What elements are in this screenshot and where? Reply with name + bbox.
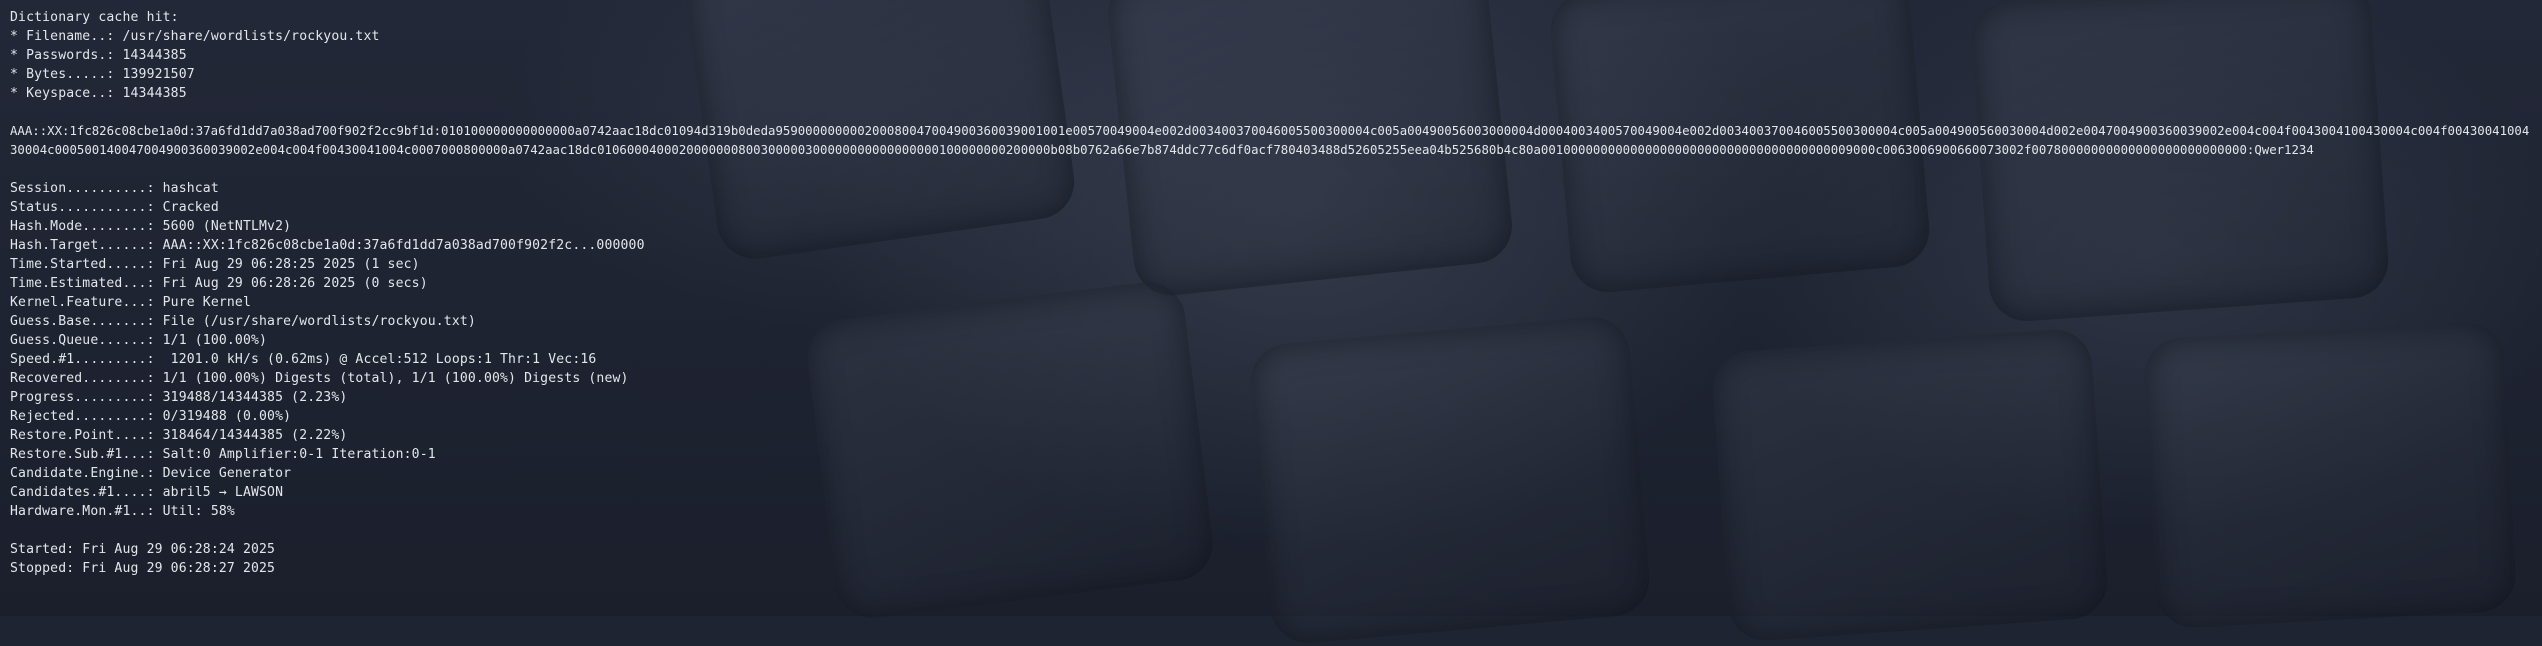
status-candidates: Candidates.#1....: abril5 → LAWSON bbox=[10, 485, 284, 500]
status-time-estimated: Time.Estimated...: Fri Aug 29 06:28:26 2… bbox=[10, 276, 428, 291]
cache-bytes: * Bytes.....: 139921507 bbox=[10, 67, 195, 82]
status-time-started: Time.Started.....: Fri Aug 29 06:28:25 2… bbox=[10, 257, 420, 272]
cache-keyspace: * Keyspace..: 14344385 bbox=[10, 86, 187, 101]
status-status: Status...........: Cracked bbox=[10, 200, 219, 215]
started-timestamp: Started: Fri Aug 29 06:28:24 2025 bbox=[10, 542, 276, 557]
status-restore-sub: Restore.Sub.#1...: Salt:0 Amplifier:0-1 … bbox=[10, 447, 436, 462]
status-progress: Progress.........: 319488/14344385 (2.23… bbox=[10, 390, 348, 405]
terminal-output[interactable]: Dictionary cache hit: * Filename..: /usr… bbox=[10, 8, 2532, 616]
cache-passwords: * Passwords.: 14344385 bbox=[10, 48, 187, 63]
status-hash-target: Hash.Target......: AAA::XX:1fc826c08cbe1… bbox=[10, 238, 645, 253]
status-hash-mode: Hash.Mode........: 5600 (NetNTLMv2) bbox=[10, 219, 292, 234]
cache-filename: * Filename..: /usr/share/wordlists/rocky… bbox=[10, 29, 380, 44]
status-guess-base: Guess.Base.......: File (/usr/share/word… bbox=[10, 314, 476, 329]
status-guess-queue: Guess.Queue......: 1/1 (100.00%) bbox=[10, 333, 268, 348]
status-restore-point: Restore.Point....: 318464/14344385 (2.22… bbox=[10, 428, 348, 443]
status-hardware-mon: Hardware.Mon.#1..: Util: 58% bbox=[10, 504, 235, 519]
status-candidate-engine: Candidate.Engine.: Device Generator bbox=[10, 466, 292, 481]
status-rejected: Rejected.........: 0/319488 (0.00%) bbox=[10, 409, 292, 424]
status-speed: Speed.#1.........: 1201.0 kH/s (0.62ms) … bbox=[10, 352, 597, 367]
status-kernel-feature: Kernel.Feature...: Pure Kernel bbox=[10, 295, 251, 310]
cache-header: Dictionary cache hit: bbox=[10, 10, 179, 25]
stopped-timestamp: Stopped: Fri Aug 29 06:28:27 2025 bbox=[10, 561, 276, 576]
status-recovered: Recovered........: 1/1 (100.00%) Digests… bbox=[10, 371, 629, 386]
status-block: Session..........: hashcat Status.......… bbox=[10, 179, 2532, 521]
status-session: Session..........: hashcat bbox=[10, 181, 219, 196]
cracked-hash-line: AAA::XX:1fc826c08cbe1a0d:37a6fd1dd7a038a… bbox=[10, 124, 2530, 157]
